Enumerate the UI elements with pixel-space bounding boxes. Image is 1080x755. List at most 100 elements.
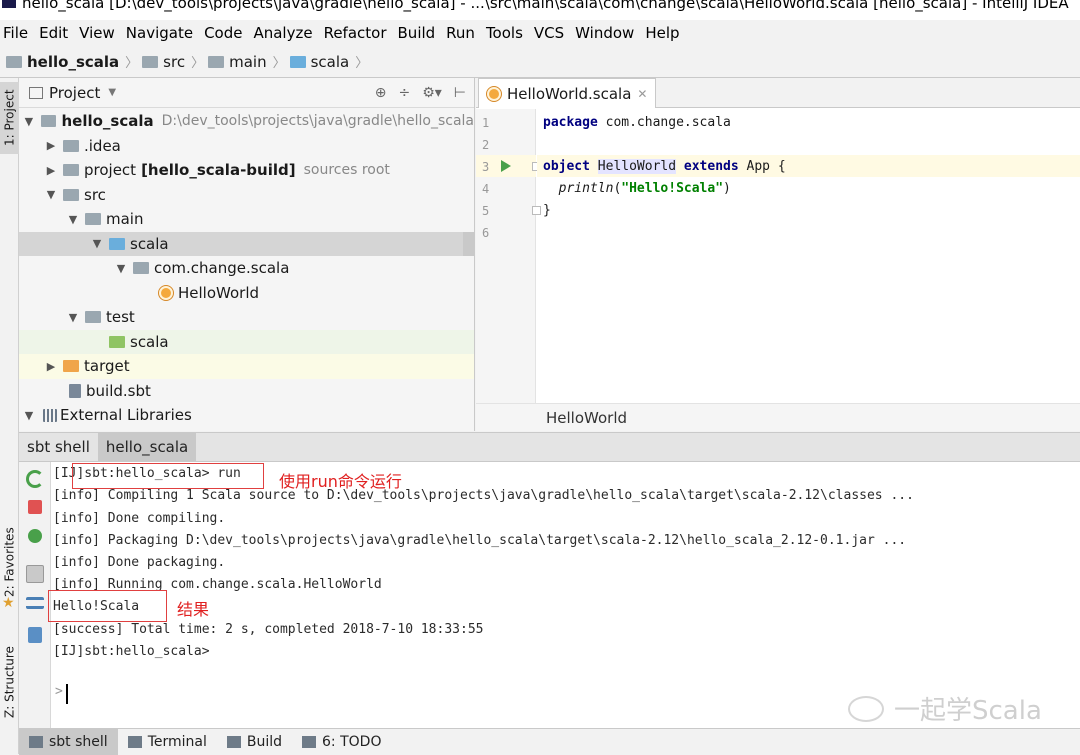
tree-item-test-scala[interactable]: scala: [19, 329, 474, 354]
project-scrollbar[interactable]: [463, 232, 474, 256]
collapse-all-icon[interactable]: ÷: [398, 85, 410, 101]
folder-icon: [142, 55, 159, 68]
settings-icon[interactable]: [26, 597, 44, 609]
tool-todo[interactable]: 6: TODO: [292, 729, 391, 755]
annotation-run: 使用run命令运行: [279, 472, 402, 491]
tool-build[interactable]: Build: [217, 729, 292, 755]
wechat-icon: [848, 695, 884, 722]
trash-icon[interactable]: [28, 627, 42, 643]
menu-analyze[interactable]: Analyze: [250, 24, 318, 42]
tree-item-src[interactable]: ▼ src: [19, 183, 474, 208]
code-area[interactable]: package com.change.scala object HelloWor…: [537, 109, 1080, 403]
dropdown-arrow-icon[interactable]: ▼: [108, 87, 116, 98]
menu-view[interactable]: View: [76, 24, 121, 42]
menu-build[interactable]: Build: [395, 24, 442, 42]
package-icon: [133, 262, 149, 275]
chevron-down-icon[interactable]: ▼: [43, 188, 59, 201]
module-folder-icon: [6, 55, 22, 68]
debug-icon[interactable]: [28, 529, 42, 543]
annotation-box-result: [48, 590, 167, 622]
annotation-result: 结果: [177, 600, 210, 619]
menu-bar: File Edit View Navigate Code Analyze Ref…: [0, 20, 1080, 46]
chevron-right-icon[interactable]: ▶: [43, 360, 59, 373]
intellij-logo-icon: [2, 0, 16, 8]
tree-item-package[interactable]: ▼ com.change.scala: [19, 256, 474, 281]
tab-hello-scala[interactable]: hello_scala: [97, 433, 197, 461]
module-folder-icon: [40, 115, 57, 128]
menu-refactor[interactable]: Refactor: [321, 24, 393, 42]
tree-item-main-scala[interactable]: ▼ scala: [19, 231, 474, 256]
scala-object-icon: [159, 285, 173, 300]
menu-vcs[interactable]: VCS: [531, 24, 570, 42]
project-view-icon: [29, 86, 43, 99]
window-title-bar: hello_scala [D:\dev_tools\projects\java\…: [0, 0, 1080, 20]
tree-item-build-sbt[interactable]: build.sbt: [19, 379, 474, 404]
tree-item-test[interactable]: ▼ test: [19, 305, 474, 330]
menu-tools[interactable]: Tools: [483, 24, 529, 42]
tab-sbt-shell[interactable]: sbt shell: [19, 433, 98, 461]
breadcrumb-item-project[interactable]: hello_scala 〉: [6, 52, 138, 71]
project-panel-header: Project ▼ ⊕ ÷ ⚙▾ ⊢: [19, 78, 474, 108]
stop-icon[interactable]: [28, 500, 42, 514]
tree-item-hello-scala[interactable]: ▼ hello_scala D:\dev_tools\projects\java…: [19, 109, 474, 134]
menu-window[interactable]: Window: [572, 24, 640, 42]
tree-item-target[interactable]: ▶ target: [19, 354, 474, 379]
restart-icon[interactable]: [26, 470, 44, 488]
scala-object-icon: [487, 86, 501, 101]
chevron-down-icon[interactable]: ▼: [113, 262, 129, 275]
bottom-tool-bar: sbt shell Terminal Build 6: TODO: [19, 728, 1080, 755]
tool-terminal[interactable]: Terminal: [118, 729, 217, 755]
chevron-down-icon[interactable]: ▼: [65, 311, 81, 324]
close-icon[interactable]: ✕: [637, 87, 647, 101]
tree-item-idea[interactable]: ▶ .idea: [19, 134, 474, 159]
editor-tab-bar: HelloWorld.scala ✕: [476, 78, 1080, 108]
code-line-4: println("Hello!Scala"): [558, 181, 731, 196]
menu-run[interactable]: Run: [443, 24, 481, 42]
terminal-icon: [29, 735, 43, 748]
chevron-down-icon[interactable]: ▼: [21, 409, 37, 422]
tab-helloworld-scala[interactable]: HelloWorld.scala ✕: [478, 78, 657, 108]
left-tool-strip: 1: Project 2: Favorites ★ Z: Structure: [0, 78, 19, 754]
locate-icon[interactable]: ⊕: [375, 85, 387, 101]
hide-panel-icon[interactable]: ⊢: [454, 85, 466, 101]
breadcrumb-item-scala[interactable]: scala 〉: [289, 52, 368, 71]
breadcrumb-item-src[interactable]: src 〉: [142, 52, 204, 71]
menu-help[interactable]: Help: [642, 24, 685, 42]
tab-project[interactable]: 1: Project: [0, 82, 19, 154]
menu-file[interactable]: File: [0, 24, 34, 42]
star-icon: ★: [2, 595, 15, 611]
menu-navigate[interactable]: Navigate: [123, 24, 199, 42]
menu-edit[interactable]: Edit: [36, 24, 74, 42]
sbt-file-icon: [69, 383, 81, 398]
project-tree: ▼ hello_scala D:\dev_tools\projects\java…: [19, 109, 474, 428]
console-line-9: [IJ]sbt:hello_scala>: [53, 644, 210, 659]
console-line-4: [info] Packaging D:\dev_tools\projects\j…: [53, 533, 907, 548]
sbt-console[interactable]: [IJ]sbt:hello_scala> run [info] Compilin…: [19, 462, 1080, 728]
editor-breadcrumb[interactable]: HelloWorld: [476, 403, 1080, 431]
tab-favorites[interactable]: 2: Favorites: [0, 523, 19, 601]
console-line-5: [info] Done packaging.: [53, 555, 226, 570]
scroll-to-end-icon[interactable]: [26, 565, 44, 583]
annotation-box-run: [72, 463, 264, 489]
input-prompt: >: [55, 684, 63, 699]
chevron-down-icon[interactable]: ▼: [89, 237, 105, 250]
excluded-folder-icon: [63, 360, 79, 373]
tab-structure[interactable]: Z: Structure: [0, 636, 19, 728]
menu-code[interactable]: Code: [201, 24, 248, 42]
gear-icon[interactable]: ⚙▾: [422, 85, 442, 101]
tree-item-helloworld[interactable]: HelloWorld: [19, 281, 474, 306]
folder-icon: [63, 139, 79, 152]
project-view-selector[interactable]: Project: [49, 84, 100, 102]
tree-item-external-libraries[interactable]: ▼ External Libraries: [19, 403, 474, 428]
tool-sbt-shell[interactable]: sbt shell: [19, 728, 118, 755]
tree-item-project-build[interactable]: ▶ project [hello_scala-build] sources ro…: [19, 158, 474, 183]
run-gutter-icon[interactable]: [501, 160, 511, 172]
chevron-right-icon[interactable]: ▶: [43, 164, 59, 177]
sources-root-folder-icon: [63, 164, 79, 177]
chevron-down-icon[interactable]: ▼: [21, 115, 37, 128]
chevron-down-icon[interactable]: ▼: [65, 213, 81, 226]
tree-item-main[interactable]: ▼ main: [19, 207, 474, 232]
chevron-right-icon[interactable]: ▶: [43, 139, 59, 152]
project-panel: Project ▼ ⊕ ÷ ⚙▾ ⊢ ▼ hello_scala D:\dev_…: [19, 78, 475, 431]
breadcrumb-item-main[interactable]: main 〉: [208, 52, 286, 71]
